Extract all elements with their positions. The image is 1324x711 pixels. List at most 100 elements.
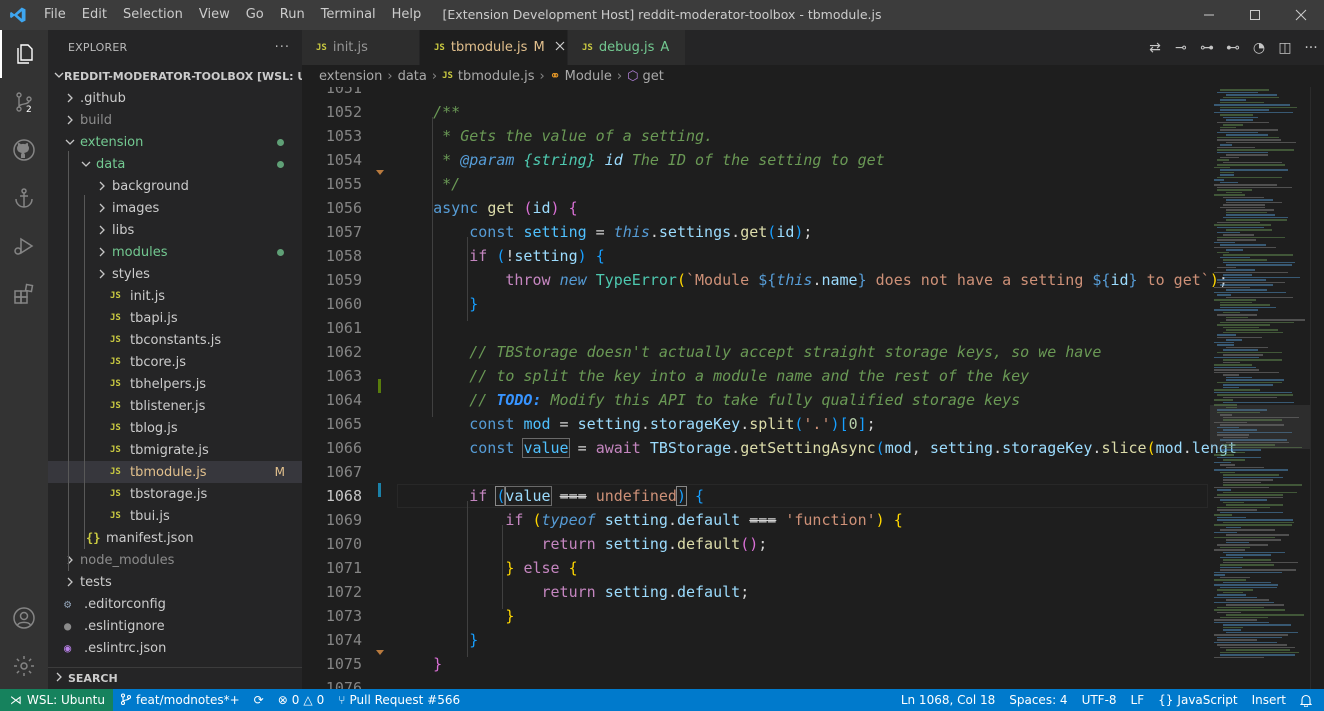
extensions-icon[interactable] bbox=[0, 270, 48, 318]
next-change-icon[interactable]: ⊷ bbox=[1220, 40, 1246, 56]
settings-gear-icon[interactable] bbox=[0, 642, 48, 690]
minimap-viewport[interactable] bbox=[1210, 405, 1310, 449]
minimap-line bbox=[1220, 556, 1243, 558]
menu-view[interactable]: View bbox=[191, 0, 238, 30]
breadcrumb-folder-extension[interactable]: extension bbox=[319, 69, 382, 84]
tree-folder[interactable]: libs bbox=[48, 219, 302, 241]
end-of-line[interactable]: LF bbox=[1124, 693, 1152, 707]
tree-file[interactable]: JS tbhelpers.js bbox=[48, 373, 302, 395]
code-line: 1054 * @param {string} id The ID of the … bbox=[302, 148, 1324, 172]
vertical-scrollbar[interactable] bbox=[1310, 87, 1324, 689]
breadcrumb-folder-data[interactable]: data bbox=[398, 69, 427, 84]
pull-request-indicator[interactable]: ⑂ Pull Request #566 bbox=[331, 693, 467, 707]
timeline-icon[interactable]: ⊶ bbox=[1194, 40, 1220, 56]
code-line: 1063 // to split the key into a module n… bbox=[302, 364, 1324, 388]
tree-folder[interactable]: styles bbox=[48, 263, 302, 285]
cursor-position[interactable]: Ln 1068, Col 18 bbox=[894, 693, 1002, 707]
tree-file[interactable]: JS tblog.js bbox=[48, 417, 302, 439]
minimap-line bbox=[1226, 119, 1253, 121]
search-section-header[interactable]: SEARCH bbox=[48, 667, 302, 689]
tab-tbmodule-js[interactable]: JS tbmodule.js M bbox=[420, 30, 568, 65]
source-control-icon[interactable]: 2 bbox=[0, 78, 48, 126]
tree-folder[interactable]: tests bbox=[48, 571, 302, 593]
menu-edit[interactable]: Edit bbox=[74, 0, 115, 30]
tree-file[interactable]: JS tblistener.js bbox=[48, 395, 302, 417]
chevron-right-icon bbox=[62, 115, 78, 125]
tree-folder[interactable]: modules bbox=[48, 241, 302, 263]
tree-folder[interactable]: background bbox=[48, 175, 302, 197]
language-mode[interactable]: {} JavaScript bbox=[1151, 693, 1244, 707]
method-symbol-icon: ⬡ bbox=[627, 68, 639, 84]
tree-file[interactable]: JS tbconstants.js bbox=[48, 329, 302, 351]
indentation[interactable]: Spaces: 4 bbox=[1002, 693, 1074, 707]
menu-go[interactable]: Go bbox=[238, 0, 272, 30]
account-icon[interactable] bbox=[0, 594, 48, 642]
menu-terminal[interactable]: Terminal bbox=[313, 0, 384, 30]
menu-run[interactable]: Run bbox=[272, 0, 313, 30]
problems-indicator[interactable]: ⊗ 0 △ 0 bbox=[271, 693, 332, 707]
git-lens-icon[interactable]: ◔ bbox=[1246, 40, 1272, 56]
close-icon[interactable] bbox=[1278, 0, 1324, 30]
tree-item-label: tbmigrate.js bbox=[130, 442, 209, 458]
minimap-line bbox=[1217, 186, 1293, 188]
minimap-line bbox=[1217, 644, 1288, 646]
more-actions-icon[interactable]: ··· bbox=[1298, 40, 1324, 56]
sync-icon[interactable]: ⟳ bbox=[247, 693, 271, 707]
menu-file[interactable]: File bbox=[36, 0, 74, 30]
tree-file[interactable]: JS tbmigrate.js bbox=[48, 439, 302, 461]
more-actions-icon[interactable]: ··· bbox=[275, 40, 290, 55]
open-changes-icon[interactable]: ⇄ bbox=[1142, 40, 1168, 56]
notifications-bell-icon[interactable] bbox=[1293, 694, 1324, 707]
tree-folder[interactable]: extension bbox=[48, 131, 302, 153]
menu-selection[interactable]: Selection bbox=[115, 0, 191, 30]
tree-file[interactable]: JS tbui.js bbox=[48, 505, 302, 527]
close-tab-icon[interactable] bbox=[555, 40, 565, 55]
tree-file[interactable]: JS tbstorage.js bbox=[48, 483, 302, 505]
tree-folder[interactable]: data bbox=[48, 153, 302, 175]
explorer-icon[interactable] bbox=[0, 30, 48, 78]
breadcrumb-file[interactable]: tbmodule.js bbox=[458, 69, 535, 84]
anchor-icon[interactable] bbox=[0, 174, 48, 222]
breadcrumb-method[interactable]: get bbox=[642, 69, 663, 84]
tab-init-js[interactable]: JS init.js bbox=[302, 30, 420, 65]
minimap-line bbox=[1217, 164, 1286, 166]
tree-file[interactable]: JS tbapi.js bbox=[48, 307, 302, 329]
previous-change-icon[interactable]: ⊸ bbox=[1168, 40, 1194, 56]
minimap-line bbox=[1226, 296, 1293, 298]
split-editor-icon[interactable]: ◫ bbox=[1272, 40, 1298, 56]
indent-guide bbox=[467, 501, 468, 657]
branch-indicator[interactable]: feat/modnotes*+ bbox=[113, 692, 247, 708]
vim-mode[interactable]: Insert bbox=[1245, 693, 1293, 707]
tree-folder[interactable]: .github bbox=[48, 87, 302, 109]
tab-debug-js[interactable]: JS debug.js A bbox=[568, 30, 686, 65]
breadcrumb-class[interactable]: Module bbox=[565, 69, 612, 84]
tree-file[interactable]: ⚙ .editorconfig bbox=[48, 593, 302, 615]
chevron-down-icon bbox=[54, 70, 64, 83]
tree-file[interactable]: JS tbcore.js bbox=[48, 351, 302, 373]
ignore-file-icon: ● bbox=[64, 619, 72, 633]
code-editor[interactable]: 1051 1052 /** 1053 * Gets the value of a s… bbox=[302, 87, 1324, 689]
minimap-line bbox=[1214, 194, 1246, 196]
tree-file[interactable]: JS tbmodule.js M bbox=[48, 461, 302, 483]
run-debug-icon[interactable] bbox=[0, 222, 48, 270]
tree-file[interactable]: ◉ .eslintrc.json bbox=[48, 637, 302, 659]
tree-folder[interactable]: images bbox=[48, 197, 302, 219]
minimize-icon[interactable] bbox=[1186, 0, 1232, 30]
activity-bar: 2 bbox=[0, 30, 48, 689]
minimap[interactable] bbox=[1210, 87, 1310, 689]
tree-file[interactable]: {} manifest.json bbox=[48, 527, 302, 549]
warning-count: 0 bbox=[316, 693, 325, 707]
remote-indicator[interactable]: ⋊ WSL: Ubuntu bbox=[0, 689, 113, 711]
tree-file[interactable]: ● .eslintignore bbox=[48, 615, 302, 637]
workspace-header[interactable]: REDDIT-MODERATOR-TOOLBOX [WSL: UB... bbox=[48, 65, 302, 87]
javascript-file-icon: JS bbox=[110, 291, 121, 301]
github-icon[interactable] bbox=[0, 126, 48, 174]
encoding[interactable]: UTF-8 bbox=[1075, 693, 1124, 707]
tree-file[interactable]: JS init.js bbox=[48, 285, 302, 307]
maximize-icon[interactable] bbox=[1232, 0, 1278, 30]
tree-folder[interactable]: node_modules bbox=[48, 549, 302, 571]
minimap-line bbox=[1217, 544, 1268, 546]
tree-folder[interactable]: build bbox=[48, 109, 302, 131]
git-change-marker bbox=[378, 483, 381, 497]
minimap-line bbox=[1223, 216, 1288, 218]
